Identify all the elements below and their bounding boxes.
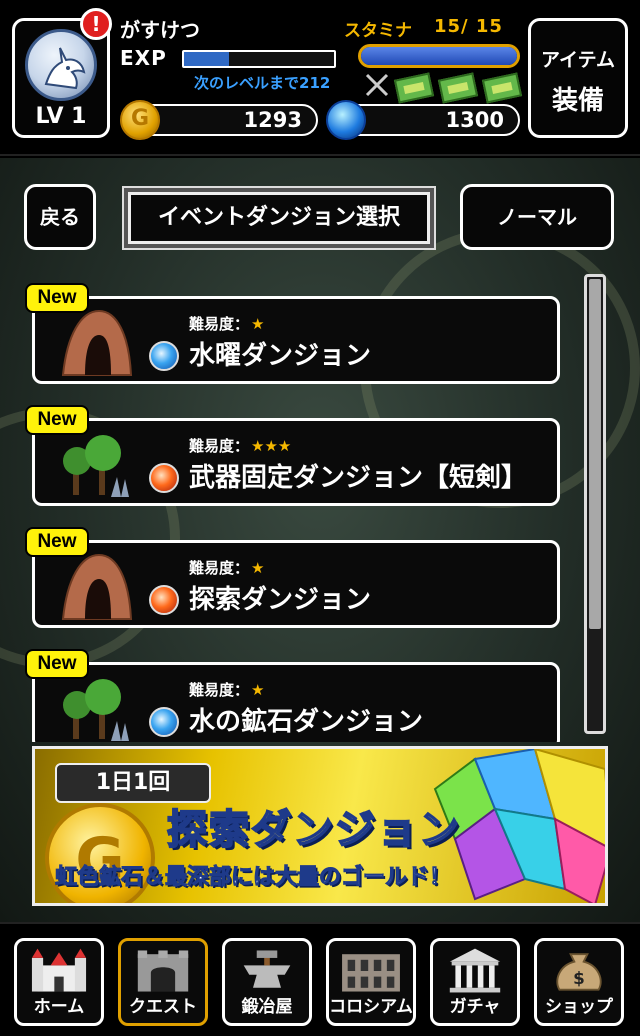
page-title: イベントダンジョン選択 [128,192,430,244]
dungeon-name: 探索ダンジョン [189,585,372,615]
item-button-line1: アイテム [540,49,616,71]
gem-value: 1300 [445,108,504,132]
item-equip-button[interactable]: アイテム 装備 [528,18,628,138]
blue-orb-icon [326,100,366,140]
dungeon-item[interactable]: New 難易度： ★★★ 武器固定ダンジョン【短剣】 [25,405,560,506]
temple-icon [449,948,501,993]
tab-colosseum[interactable]: コロシアム [326,938,416,1026]
dungeon-item[interactable]: New 難易度： ★ 水曜ダンジョン [25,283,560,384]
gold-value: 1293 [243,108,302,132]
normal-dungeon-button[interactable]: ノーマル [460,184,614,250]
tab-label: クエスト [129,997,197,1017]
exp-label: EXP [120,46,167,70]
cave-icon [61,309,133,376]
tab-label: ホーム [33,997,85,1017]
exp-next-level-text: 次のレベルまで212 [194,74,331,92]
tab-label: コロシアム [329,997,413,1017]
status-header: LV 1 ! がすけつ EXP 次のレベルまで212 スタミナ 15/ 15 1… [0,0,640,156]
exploration-dungeon-banner[interactable]: 1日1回 探索ダンジョン 虹色鉱石＆最深部には大量のゴールド！ [32,746,608,906]
ticket-icon [437,72,479,104]
event-dungeon-screen: 戻る イベントダンジョン選択 ノーマル New 難易度： ★ 水曜ダンジョン Ne… [0,158,640,922]
water-element-icon [149,707,179,737]
difficulty-stars: ★★★ [251,437,292,455]
stamina-bar-fill [361,47,517,65]
crossed-swords-icon [365,73,389,97]
tab-home[interactable]: ホーム [14,938,104,1026]
alert-badge: ! [80,8,112,40]
gold-coin-icon [120,100,160,140]
tab-quest[interactable]: クエスト [118,938,208,1026]
scrollbar-thumb[interactable] [589,279,601,629]
banner-title: 探索ダンジョン [166,807,461,853]
dungeon-item[interactable]: New 難易度： ★ 水の鉱石ダンジョン [25,649,560,742]
tab-blacksmith[interactable]: 鍛冶屋 [222,938,312,1026]
difficulty-label: 難易度： ★ [189,315,265,333]
tab-label: 鍛冶屋 [241,997,293,1017]
difficulty-label: 難易度： ★★★ [189,437,292,455]
tab-label: ショップ [545,997,613,1017]
ticket-icon [393,72,435,104]
fire-element-icon [149,585,179,615]
water-element-icon [149,341,179,371]
back-button[interactable]: 戻る [24,184,96,250]
stamina-value: 15/ 15 [434,16,503,37]
gem-counter: 1300 [326,100,520,140]
unicorn-emblem-icon [25,29,97,101]
money-bag-icon: $ [556,953,602,991]
tab-shop[interactable]: $ ショップ [534,938,624,1026]
castle-icon [31,948,87,992]
dungeon-name: 武器固定ダンジョン【短剣】 [189,463,528,493]
difficulty-label: 難易度： ★ [189,559,265,577]
dungeon-name: 水の鉱石ダンジョン [189,707,424,737]
gold-counter: 1293 [120,100,318,140]
tab-gacha[interactable]: ガチャ [430,938,520,1026]
difficulty-stars: ★ [251,681,265,699]
fire-element-icon [149,463,179,493]
cave-icon [61,553,133,620]
banner-subtitle: 虹色鉱石＆最深部には大量のゴールド！ [54,865,452,891]
dungeon-name: 水曜ダンジョン [189,341,372,371]
colosseum-icon [342,954,400,992]
item-button-line2: 装備 [551,86,604,116]
dungeon-item[interactable]: New 難易度： ★ 探索ダンジョン [25,527,560,628]
svg-text:$: $ [573,968,585,988]
anvil-icon [243,950,291,988]
tab-label: ガチャ [449,997,501,1017]
difficulty-label: 難易度： ★ [189,681,265,699]
level-label: LV 1 [35,104,87,129]
difficulty-stars: ★ [251,315,265,333]
forest-icon [63,679,129,741]
stamina-bar [358,44,520,68]
bottom-nav: ホーム クエスト 鍛冶屋 コロシアム ガチャ $ ショップ [0,922,640,1036]
exp-bar [182,50,336,68]
player-name: がすけつ [120,18,200,42]
exp-bar-fill [184,52,229,66]
difficulty-stars: ★ [251,559,265,577]
forest-icon [63,435,129,497]
dungeon-list: New 難易度： ★ 水曜ダンジョン New 難易度： ★★★ 武器固定ダンジョン【… [0,276,640,742]
list-scrollbar[interactable] [584,274,606,734]
gate-icon [137,950,189,992]
ticket-icon [481,72,523,104]
stamina-label: スタミナ [344,21,412,41]
